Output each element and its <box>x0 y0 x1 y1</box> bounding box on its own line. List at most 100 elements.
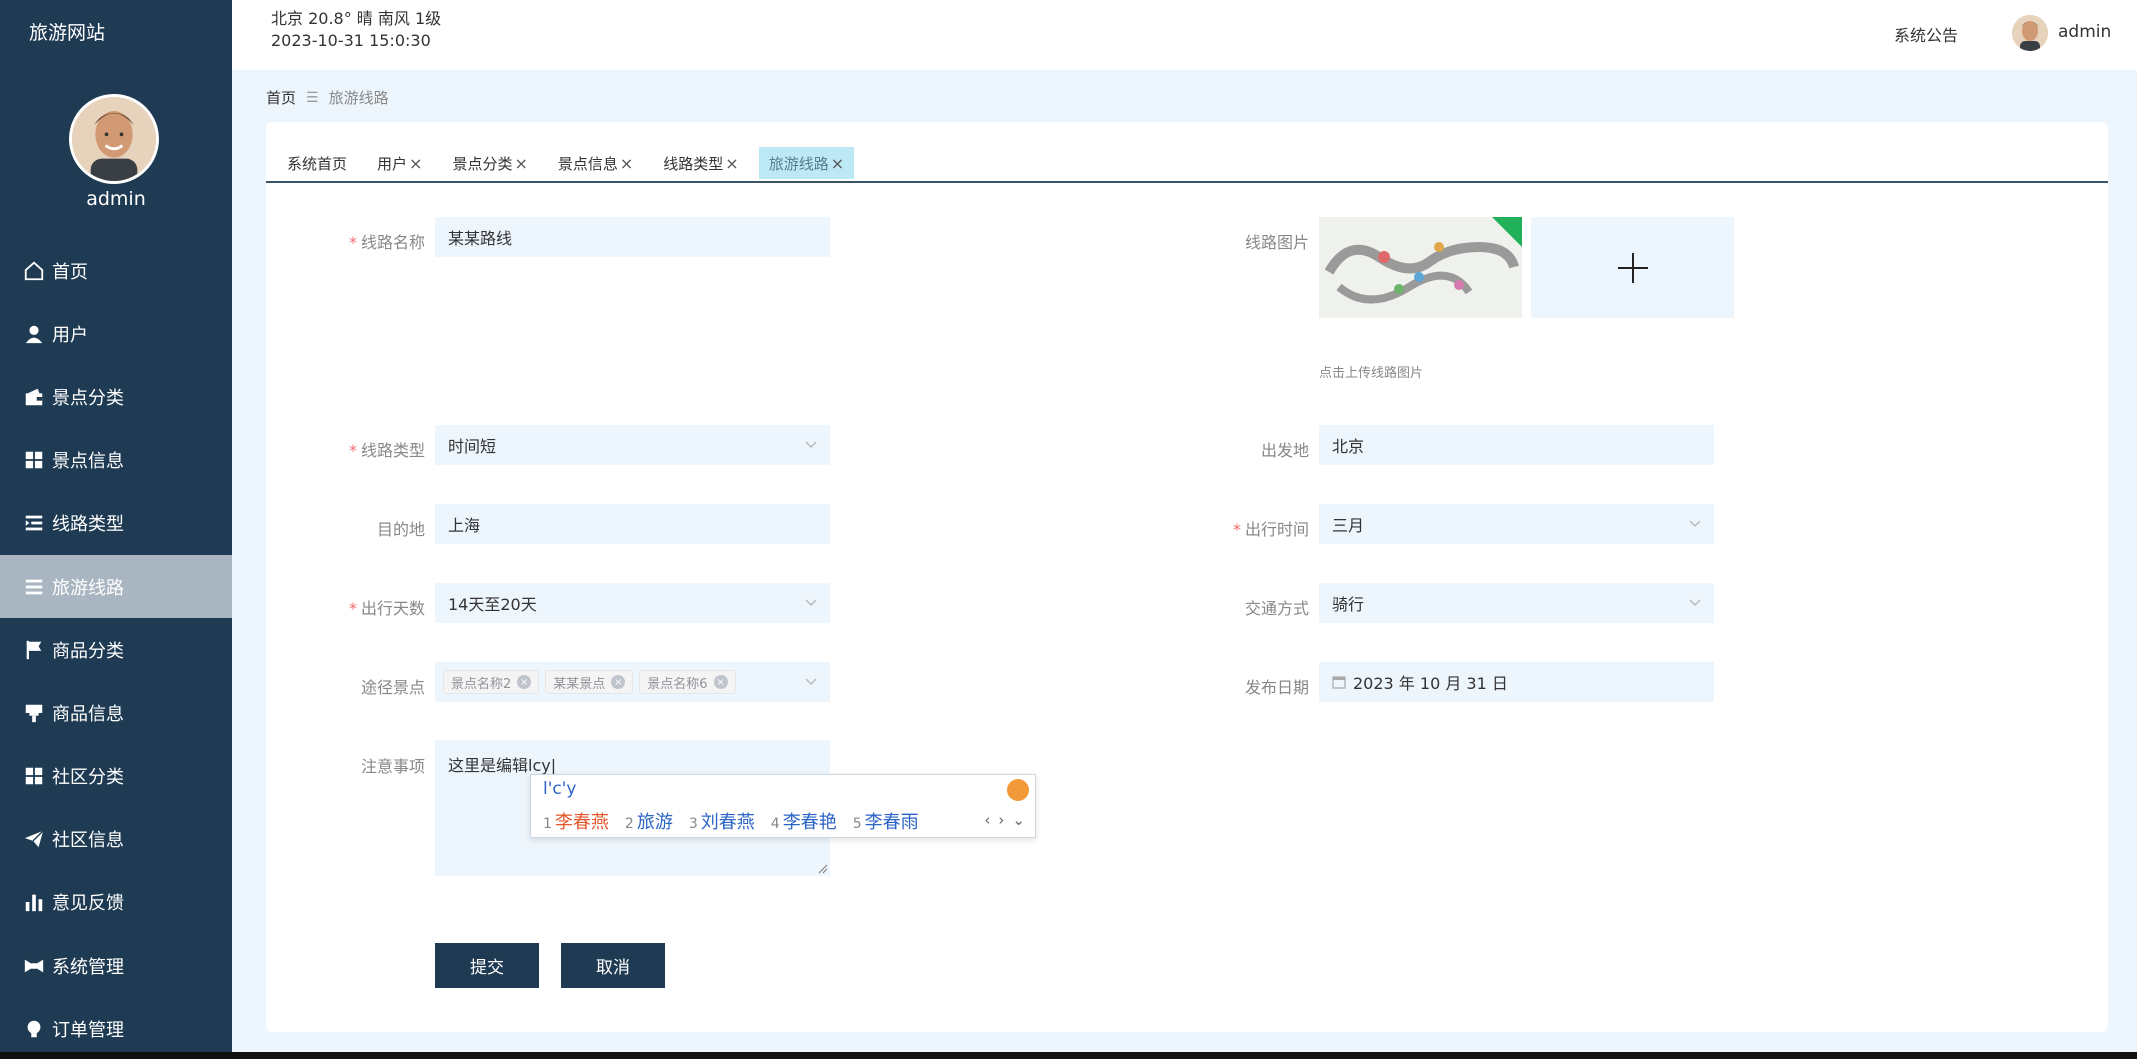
close-icon[interactable]: × <box>517 675 532 689</box>
chevron-down-icon <box>805 599 817 607</box>
weather-info: 北京 20.8° 晴 南风 1级 2023-10-31 15:0:30 <box>271 8 441 52</box>
weather-text: 北京 20.8° 晴 南风 1级 <box>271 9 442 28</box>
menu-separator-icon: ☰ <box>306 89 319 106</box>
route-type-select[interactable]: 时间短 <box>435 425 830 465</box>
tab-dashboard[interactable]: 系统首页 <box>276 146 359 180</box>
sidebar-username: admin <box>86 188 146 210</box>
sidebar-item-label: 旅游线路 <box>52 577 124 599</box>
sidebar-item-label: 系统管理 <box>52 956 124 978</box>
close-icon[interactable]: × <box>620 154 633 173</box>
sidebar-item-goods-info[interactable]: 商品信息 <box>0 681 232 744</box>
system-notice-link[interactable]: 系统公告 <box>1894 22 1958 46</box>
brand-title: 旅游网站 <box>29 22 106 44</box>
breadcrumb-home[interactable]: 首页 <box>266 87 296 108</box>
travel-days-select[interactable]: 14天至20天 <box>435 583 830 623</box>
tab-label: 用户 <box>377 154 408 173</box>
sidebar-item-feedback[interactable]: 意见反馈 <box>0 871 232 934</box>
sidebar-item-label: 社区分类 <box>52 767 124 789</box>
ime-composition: l'c'y <box>543 779 577 799</box>
chevron-down-icon[interactable]: ⌄ <box>1012 811 1025 829</box>
transport-select[interactable]: 骑行 <box>1319 583 1714 623</box>
map-thumbnail-image <box>1319 217 1522 318</box>
tab-spot-category[interactable]: 景点分类 × <box>441 146 539 180</box>
ime-candidate[interactable]: 3 刘春燕 <box>689 808 755 834</box>
sidebar-item-label: 订单管理 <box>52 1019 124 1041</box>
close-icon[interactable]: × <box>611 675 626 689</box>
top-avatar[interactable] <box>2012 15 2048 51</box>
main-card: 系统首页 用户 × 景点分类 × 景点信息 × 线路类型 × 旅游线路 × <box>266 122 2108 1032</box>
spot-tag: 景点名称6 × <box>639 670 736 694</box>
sidebar-item-label: 商品分类 <box>52 640 124 662</box>
sidebar-item-label: 社区信息 <box>52 830 124 852</box>
sidebar-item-home[interactable]: 首页 <box>0 239 232 302</box>
sidebar-item-community-info[interactable]: 社区信息 <box>0 808 232 871</box>
bottom-edge <box>0 1052 2137 1059</box>
top-bar: 北京 20.8° 晴 南风 1级 2023-10-31 15:0:30 系统公告… <box>232 0 2137 70</box>
via-spots-select[interactable]: 景点名称2 × 某某景点 × 景点名称6 × <box>435 662 830 702</box>
close-icon[interactable]: × <box>514 154 527 173</box>
destination-label: 目的地 <box>376 520 425 539</box>
tab-user[interactable]: 用户 × <box>366 146 434 180</box>
upload-add-button[interactable] <box>1531 217 1734 318</box>
wallet-icon <box>22 385 46 409</box>
sidebar-item-user[interactable]: 用户 <box>0 302 232 365</box>
publish-date-picker[interactable]: 2023 年 10 月 31 日 <box>1319 662 1714 702</box>
close-icon[interactable]: × <box>713 675 728 689</box>
chevron-down-icon <box>805 678 817 686</box>
tab-route-type[interactable]: 线路类型 × <box>652 146 750 180</box>
sidebar-item-spot-category[interactable]: 景点分类 <box>0 365 232 428</box>
sidebar-item-route-type[interactable]: 线路类型 <box>0 492 232 555</box>
tab-spot-info[interactable]: 景点信息 × <box>546 146 645 180</box>
sidebar-item-orders[interactable]: 订单管理 <box>0 997 232 1059</box>
close-icon[interactable]: × <box>725 154 738 173</box>
route-type-label: * 线路类型 <box>348 441 425 460</box>
required-mark: * <box>348 441 357 460</box>
ime-candidate[interactable]: 5 李春雨 <box>853 808 919 834</box>
travel-time-select[interactable]: 三月 <box>1319 504 1714 544</box>
travel-time-label: * 出行时间 <box>1232 520 1309 539</box>
upload-tip: 点击上传线路图片 <box>1319 366 1424 381</box>
flag-icon <box>22 638 46 662</box>
chevron-right-icon[interactable]: › <box>998 811 1004 829</box>
ime-candidate-window: l'c'y 1 李春燕 2 旅游 3 刘春燕 4 李春艳 5 李春雨 ‹ › ⌄ <box>530 774 1036 838</box>
resize-handle-icon[interactable] <box>818 864 828 874</box>
sidebar-item-label: 景点信息 <box>52 451 124 473</box>
chevron-left-icon[interactable]: ‹ <box>984 811 990 829</box>
sidebar-item-label: 首页 <box>52 261 88 283</box>
ime-candidate[interactable]: 2 旅游 <box>625 808 673 834</box>
destination-input[interactable]: 上海 <box>435 504 830 544</box>
route-image-thumbnail[interactable] <box>1319 217 1522 318</box>
top-username[interactable]: admin <box>2058 22 2111 42</box>
via-spots-label: 途径景点 <box>360 678 425 697</box>
chevron-down-icon <box>805 441 817 449</box>
avatar-image <box>2012 15 2048 51</box>
sidebar-item-system[interactable]: 系统管理 <box>0 934 232 997</box>
sidebar-item-label: 线路类型 <box>52 514 124 536</box>
route-name-label: * 线路名称 <box>348 233 425 252</box>
departure-input[interactable]: 北京 <box>1319 425 1714 465</box>
sidebar-item-community-category[interactable]: 社区分类 <box>0 745 232 808</box>
chevron-down-icon <box>1689 520 1701 528</box>
bowtie-icon <box>22 954 46 978</box>
sidebar-item-label: 景点分类 <box>52 387 124 409</box>
cancel-button[interactable]: 取消 <box>561 943 665 988</box>
sidebar-item-travel-route[interactable]: 旅游线路 <box>0 554 232 619</box>
submit-button[interactable]: 提交 <box>435 943 539 988</box>
spot-tag: 景点名称2 × <box>443 670 540 694</box>
sidebar-item-goods-category[interactable]: 商品分类 <box>0 618 232 681</box>
sidebar-item-spot-info[interactable]: 景点信息 <box>0 429 232 492</box>
ime-candidate[interactable]: 1 李春燕 <box>543 808 609 834</box>
calendar-icon <box>1332 676 1346 689</box>
tab-bar: 系统首页 用户 × 景点分类 × 景点信息 × 线路类型 × 旅游线路 × <box>276 146 856 180</box>
bulb-icon <box>22 1017 46 1041</box>
ime-candidate[interactable]: 4 李春艳 <box>771 808 837 834</box>
required-mark: * <box>1232 520 1241 539</box>
close-icon[interactable]: × <box>831 154 844 173</box>
ime-candidates: 1 李春燕 2 旅游 3 刘春燕 4 李春艳 5 李春雨 <box>543 808 919 834</box>
close-icon[interactable]: × <box>409 154 422 173</box>
notes-label: 注意事项 <box>360 757 425 776</box>
breadcrumb: 首页 ☰ 旅游线路 <box>266 87 389 108</box>
ime-logo-icon <box>1007 779 1029 801</box>
route-name-input[interactable]: 某某路线 <box>435 217 830 257</box>
tab-travel-route[interactable]: 旅游线路 × <box>757 146 856 180</box>
